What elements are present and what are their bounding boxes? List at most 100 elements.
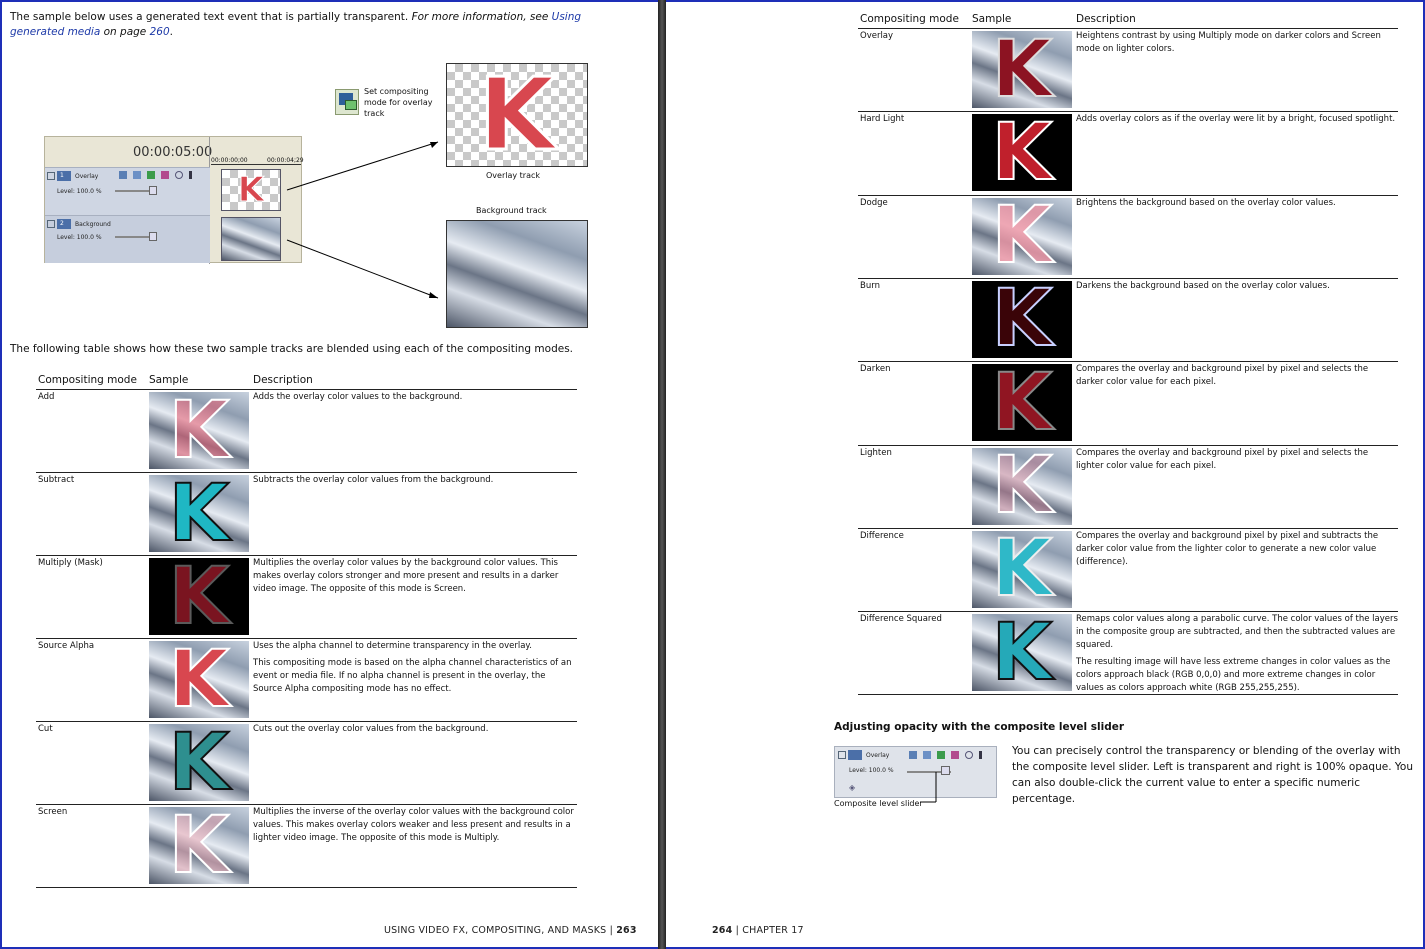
footer-text: USING VIDEO FX, COMPOSITING, AND MASKS |	[384, 925, 617, 936]
description-paragraph: Compares the overlay and background pixe…	[1076, 364, 1369, 388]
row-divider	[36, 721, 577, 722]
slider-thumb[interactable]	[149, 232, 157, 241]
description-paragraph: Subtracts the overlay color values from …	[253, 475, 494, 485]
row-mode-label: Multiply (Mask)	[38, 558, 103, 568]
row-divider	[858, 527, 1398, 529]
table-intro: The following table shows how these two …	[10, 343, 574, 355]
timecode: 00:00:05:00	[133, 145, 213, 160]
row-mode-label: Cut	[38, 724, 53, 734]
background-clip[interactable]	[221, 217, 281, 261]
track-number: 2	[60, 220, 64, 227]
sample-thumbnail: K	[149, 392, 249, 469]
sample-thumbnail: K	[149, 807, 249, 884]
right-page: Compositing mode Sample Description Over…	[666, 0, 1425, 949]
sample-thumbnail: K	[149, 724, 249, 801]
overlay-clip[interactable]: K	[221, 169, 281, 211]
description-paragraph: Compares the overlay and background pixe…	[1076, 530, 1379, 567]
row-divider	[858, 611, 1398, 613]
row-divider	[858, 694, 1398, 696]
description-paragraph: Darkens the background based on the over…	[1076, 280, 1330, 291]
row-divider	[858, 194, 1398, 196]
sample-k-glyph: K	[991, 114, 1053, 192]
description-paragraph: Uses the alpha channel to determine tran…	[253, 641, 532, 651]
row-divider	[858, 444, 1398, 446]
track-level[interactable]: Level: 100.0 %	[57, 234, 102, 241]
row-description: Remaps color values along a parabolic cu…	[1076, 613, 1398, 695]
sample-k-glyph: K	[991, 447, 1053, 525]
track-level[interactable]: Level: 100.0 %	[849, 767, 894, 774]
sample-thumbnail: K	[972, 614, 1072, 692]
sample-k-glyph: K	[991, 280, 1053, 358]
row-description: Compares the overlay and background pixe…	[1076, 530, 1398, 569]
col-header-sample: Sample	[149, 374, 189, 386]
section-heading: Adjusting opacity with the composite lev…	[834, 721, 1125, 733]
row-description: Adds the overlay color values to the bac…	[253, 391, 575, 404]
description-paragraph: Cuts out the overlay color values from t…	[253, 724, 489, 734]
row-description: Multiplies the overlay color values by t…	[253, 557, 575, 596]
footer-text: | CHAPTER 17	[732, 925, 804, 936]
intro-tail: on page	[100, 26, 150, 38]
row-divider	[858, 361, 1398, 363]
description-paragraph: Multiplies the inverse of the overlay co…	[253, 807, 574, 843]
intro-end: .	[169, 26, 173, 38]
sample-k-glyph: K	[168, 475, 230, 552]
intro-text: The sample below uses a generated text e…	[10, 11, 412, 23]
sample-k-glyph: K	[168, 807, 230, 884]
sample-k-glyph: K	[168, 641, 230, 718]
row-description: Uses the alpha channel to determine tran…	[253, 640, 575, 696]
sample-thumbnail: K	[972, 280, 1072, 358]
sample-k-glyph: K	[991, 530, 1053, 608]
col-header-description: Description	[253, 374, 313, 386]
row-divider	[858, 111, 1398, 113]
background-preview	[446, 220, 588, 328]
description-paragraph: Remaps color values along a parabolic cu…	[1076, 614, 1398, 651]
right-footer: 264 | CHAPTER 17	[712, 925, 804, 936]
automation-icon: ◈	[849, 783, 856, 792]
callout-label: Set compositing mode for overlay track	[364, 87, 433, 118]
col-header-description: Description	[1076, 13, 1136, 25]
row-divider	[36, 472, 577, 473]
background-track-header[interactable]: 2 Background Level: 100.0 %	[45, 215, 210, 263]
ruler-start: 00:00:00;00	[211, 157, 248, 164]
page-number: 263	[616, 925, 637, 936]
sample-k-glyph: K	[991, 614, 1053, 692]
description-paragraph: Adds overlay colors as if the overlay we…	[1076, 114, 1396, 125]
overlay-caption: Overlay track	[486, 171, 541, 180]
overlay-track-header[interactable]: 1 Overlay Level: 100.0 %	[45, 167, 210, 215]
col-header-mode: Compositing mode	[860, 13, 959, 25]
row-divider	[858, 277, 1398, 279]
slider-thumb[interactable]	[149, 186, 157, 195]
sample-thumbnail: K	[972, 114, 1072, 192]
row-divider	[36, 804, 577, 805]
sample-k-glyph: K	[991, 31, 1053, 108]
sample-thumbnail: K	[972, 31, 1072, 108]
timeline-panel: 00:00:05:00 00:00:00;00 00:00:04;29 1 Ov…	[44, 136, 304, 264]
description-paragraph: The resulting image will have less extre…	[1076, 657, 1391, 694]
sample-k-glyph: K	[168, 724, 230, 801]
page-number: 264	[712, 925, 733, 936]
row-mode-label: Add	[38, 392, 55, 402]
sample-thumbnail: K	[972, 197, 1072, 275]
track-number: 1	[60, 172, 64, 179]
background-caption: Background track	[476, 206, 547, 215]
description-paragraph: Brightens the background based on the ov…	[1076, 197, 1336, 208]
sample-k-glyph: K	[168, 558, 230, 635]
sample-k-glyph: K	[991, 197, 1053, 275]
description-paragraph: Compares the overlay and background pixe…	[1076, 447, 1369, 471]
sample-thumbnail: K	[149, 641, 249, 718]
sample-thumbnail: K	[149, 475, 249, 552]
row-description: Darkens the background based on the over…	[1076, 280, 1398, 293]
description-paragraph: Multiplies the overlay color values by t…	[253, 558, 559, 594]
track-level[interactable]: Level: 100.0 %	[57, 188, 102, 195]
sample-thumbnail: K	[149, 558, 249, 635]
intro-page-link[interactable]: 260	[150, 26, 170, 38]
row-description: Compares the overlay and background pixe…	[1076, 363, 1398, 389]
description-paragraph: Heightens contrast by using Multiply mod…	[1076, 31, 1381, 54]
sample-k-glyph: K	[168, 392, 230, 469]
intro-italic: For more information, see	[411, 11, 552, 23]
row-mode-label: Burn	[860, 280, 880, 291]
sample-k-glyph: K	[991, 364, 1053, 442]
description-paragraph: This compositing mode is based on the al…	[253, 658, 572, 694]
row-mode-label: Source Alpha	[38, 641, 95, 651]
row-mode-label: Subtract	[38, 475, 75, 485]
